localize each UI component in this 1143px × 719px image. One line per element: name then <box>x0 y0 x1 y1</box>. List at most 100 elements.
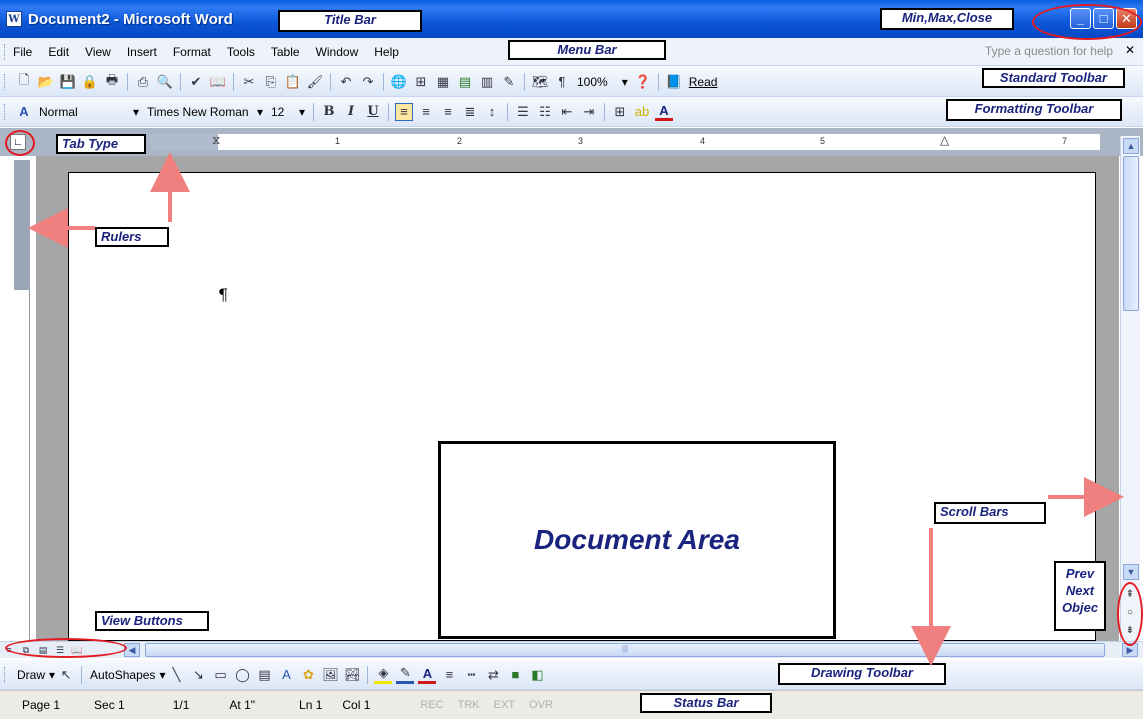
clip-art-icon[interactable]: 🖼 <box>321 666 339 684</box>
toolbar-grip[interactable] <box>4 103 7 120</box>
font-select[interactable]: Times New Roman ▾ <box>143 103 267 121</box>
undo-icon[interactable]: ↶ <box>337 73 355 91</box>
copy-icon[interactable]: ⎘ <box>262 73 280 91</box>
vertical-ruler[interactable] <box>14 160 30 640</box>
rectangle-icon[interactable]: ▭ <box>211 666 229 684</box>
3d-icon[interactable]: ◧ <box>528 666 546 684</box>
arrow-style-icon[interactable]: ⇄ <box>484 666 502 684</box>
menu-window[interactable]: Window <box>316 45 359 59</box>
menu-insert[interactable]: Insert <box>127 45 157 59</box>
status-ovr[interactable]: OVR <box>529 699 553 711</box>
fill-color-icon[interactable]: ◈ <box>374 665 393 684</box>
cut-icon[interactable]: ✂ <box>240 73 258 91</box>
wordart-icon[interactable]: A <box>277 666 295 684</box>
drawing-icon[interactable]: ✎ <box>500 73 518 91</box>
autoshapes-menu-button[interactable]: AutoShapes <box>90 668 155 682</box>
vertical-scroll-thumb[interactable] <box>1123 156 1139 311</box>
redo-icon[interactable]: ↷ <box>359 73 377 91</box>
toolbar-grip[interactable] <box>4 43 7 60</box>
scroll-up-icon[interactable]: ▲ <box>1123 138 1139 154</box>
numbering-icon[interactable]: ☰ <box>514 103 532 121</box>
permission-icon[interactable]: 🔒 <box>81 73 99 91</box>
close-document-button[interactable]: ✕ <box>1125 43 1135 57</box>
italic-button[interactable]: I <box>342 103 360 121</box>
align-center-icon[interactable]: ≡ <box>417 103 435 121</box>
scroll-left-icon[interactable]: ◀ <box>124 643 140 657</box>
print-icon[interactable]: ⎙ <box>134 73 152 91</box>
toolbar-grip[interactable] <box>4 73 7 90</box>
highlight-icon[interactable]: ab <box>633 103 651 121</box>
status-page: Page 1 <box>22 698 61 712</box>
menu-file[interactable]: File <box>13 45 32 59</box>
status-rec[interactable]: REC <box>420 699 443 711</box>
toolbar-separator <box>330 72 331 91</box>
horizontal-ruler[interactable]: ⧖ 1 2 3 4 5 △ 7 <box>150 133 1100 150</box>
columns-icon[interactable]: ▥ <box>478 73 496 91</box>
horizontal-scroll-thumb[interactable]: ||| <box>145 643 1105 657</box>
research-icon[interactable]: 📖 <box>209 73 227 91</box>
style-select[interactable]: Normal ▾ <box>35 103 143 121</box>
read-icon[interactable]: 📘 <box>665 73 683 91</box>
word-icon[interactable]: W <box>6 11 22 27</box>
align-right-icon[interactable]: ≡ <box>439 103 457 121</box>
font-size-select[interactable]: 12 ▾ <box>267 103 309 121</box>
status-trk[interactable]: TRK <box>458 699 480 711</box>
chevron-down-icon: ▾ <box>621 74 628 89</box>
format-painter-icon[interactable]: 🖌 <box>306 73 324 91</box>
dash-style-icon[interactable]: ┅ <box>462 666 480 684</box>
font-color-icon[interactable]: A <box>655 103 673 121</box>
zoom-select[interactable]: 100% ▾ <box>573 73 632 91</box>
bullets-icon[interactable]: ☷ <box>536 103 554 121</box>
line-color-icon[interactable]: ✎ <box>396 665 415 684</box>
toolbar-grip[interactable] <box>4 666 7 683</box>
insert-excel-icon[interactable]: ▤ <box>456 73 474 91</box>
increase-indent-icon[interactable]: ⇥ <box>580 103 598 121</box>
indent-marker-icon[interactable]: ⧖ <box>212 133 220 148</box>
align-left-icon[interactable]: ≡ <box>395 102 413 121</box>
scroll-down-icon[interactable]: ▼ <box>1123 564 1139 580</box>
border-icon[interactable]: ⊞ <box>611 103 629 121</box>
print-preview-icon[interactable]: 🖶 <box>103 72 121 91</box>
insert-table-icon[interactable]: ▦ <box>434 73 452 91</box>
line-icon[interactable]: ╲ <box>167 666 185 684</box>
bold-button[interactable]: B <box>320 103 338 121</box>
show-hide-icon[interactable]: ¶ <box>553 73 571 91</box>
highlight-ring-window-controls <box>1032 4 1142 40</box>
oval-icon[interactable]: ◯ <box>233 666 251 684</box>
paste-icon[interactable]: 📋 <box>284 73 302 91</box>
diagram-icon[interactable]: ✿ <box>299 666 317 684</box>
read-button[interactable]: Read <box>689 75 718 89</box>
menu-table[interactable]: Table <box>271 45 300 59</box>
help-icon[interactable]: ❓ <box>634 73 652 91</box>
preview-icon[interactable]: 🔍 <box>156 73 174 91</box>
styles-icon[interactable]: A <box>15 103 33 121</box>
open-folder-icon[interactable]: 📂 <box>37 73 55 91</box>
draw-menu-button[interactable]: Draw <box>17 668 45 682</box>
menu-view[interactable]: View <box>85 45 111 59</box>
new-document-icon[interactable]: 🗋 <box>15 72 33 91</box>
menu-format[interactable]: Format <box>173 45 211 59</box>
help-search-input[interactable]: Type a question for help <box>985 44 1113 58</box>
picture-icon[interactable]: 🏞 <box>343 666 361 684</box>
decrease-indent-icon[interactable]: ⇤ <box>558 103 576 121</box>
arrow-icon[interactable]: ↘ <box>189 666 207 684</box>
font-color-icon[interactable]: A <box>418 666 437 684</box>
spelling-icon[interactable]: ✔ <box>187 73 205 91</box>
hyperlink-icon[interactable]: 🌐 <box>390 73 408 91</box>
line-style-icon[interactable]: ≡ <box>440 666 458 684</box>
menu-tools[interactable]: Tools <box>227 45 255 59</box>
shadow-icon[interactable]: ■ <box>506 666 524 684</box>
tables-borders-icon[interactable]: ⊞ <box>412 73 430 91</box>
document-map-icon[interactable]: 🗺 <box>531 73 549 91</box>
underline-button[interactable]: U <box>364 103 382 121</box>
select-objects-icon[interactable]: ↖ <box>57 666 75 684</box>
status-ext[interactable]: EXT <box>494 699 515 711</box>
menu-help[interactable]: Help <box>374 45 399 59</box>
line-spacing-icon[interactable]: ↕ <box>483 103 501 121</box>
right-indent-marker-icon[interactable]: △ <box>940 133 949 147</box>
justify-icon[interactable]: ≣ <box>461 103 479 121</box>
text-box-icon[interactable]: ▤ <box>255 666 273 684</box>
menu-edit[interactable]: Edit <box>48 45 69 59</box>
vertical-scrollbar[interactable]: ▲ ▼ <box>1120 136 1140 641</box>
save-icon[interactable]: 💾 <box>59 73 77 91</box>
